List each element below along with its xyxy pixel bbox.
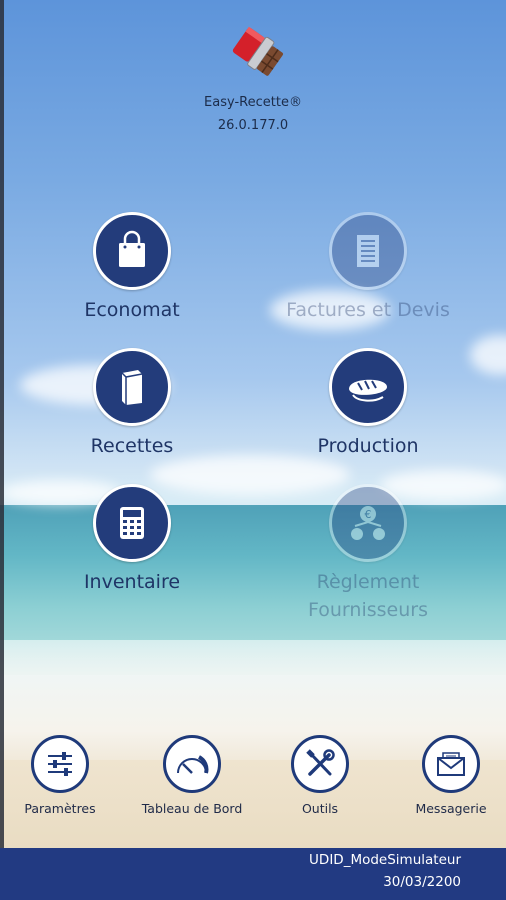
tile-inventaire[interactable]: Inventaire [22,484,242,596]
tools-icon [306,749,335,776]
app-version: 26.0.177.0 [217,118,289,133]
bottom-bar-label: Tableau de Bord [141,801,243,816]
tile-label: Recettes [90,435,174,457]
sliders-icon [48,752,72,776]
outils-icon-circle [291,735,349,793]
tile-label: Inventaire [83,571,181,593]
bottom-bar-label: Messagerie [415,801,487,816]
svg-text:€: € [365,508,372,521]
economat-icon-circle [93,212,171,290]
calculator-icon [120,507,144,539]
bottom-bar-tableau-de-bord[interactable]: Tableau de Bord [132,735,252,816]
messagerie-icon-circle [422,735,480,793]
gauge-icon [177,755,209,774]
tableau-icon-circle [163,735,221,793]
money-bags-icon: € [351,506,385,540]
bottom-bar-messagerie[interactable]: Messagerie [391,735,506,816]
recettes-icon-circle [93,348,171,426]
app-name: Easy-Recette® [204,95,302,110]
app-logo [220,24,286,84]
tile-label: Production [317,435,419,457]
document-icon [357,235,379,267]
status-footer: UDID_ModeSimulateur 30/03/2200 [0,848,506,900]
tile-factures-et-devis: Factures et Devis [258,212,478,324]
parametres-icon-circle [31,735,89,793]
tile-label: Economat [84,299,180,321]
factures-icon-circle [329,212,407,290]
bottom-bar-parametres[interactable]: Paramètres [0,735,120,816]
bottom-bar-outils[interactable]: Outils [260,735,380,816]
tile-label-line1: Règlement [316,571,420,593]
production-icon-circle [329,348,407,426]
mail-icon [437,752,465,776]
book-icon [121,370,143,405]
bottom-bar-label: Outils [301,801,339,816]
tile-reglement-fournisseurs: € Règlement Fournisseurs [258,484,478,624]
reglement-icon-circle: € [329,484,407,562]
tile-production[interactable]: Production [258,348,478,460]
tile-economat[interactable]: Economat [22,212,242,324]
tile-label: Factures et Devis [286,299,450,321]
inventaire-icon-circle [93,484,171,562]
footer-date: 30/03/2200 [383,874,461,890]
home-screen: Easy-Recette® 26.0.177.0 Economat Factur… [0,0,506,900]
bread-icon [349,379,387,402]
tile-recettes[interactable]: Recettes [22,348,242,460]
bottom-bar-label: Paramètres [24,801,96,816]
device-udid: UDID_ModeSimulateur [309,852,461,868]
tile-label-line2: Fournisseurs [308,599,428,621]
shopping-bag-icon [119,230,145,267]
